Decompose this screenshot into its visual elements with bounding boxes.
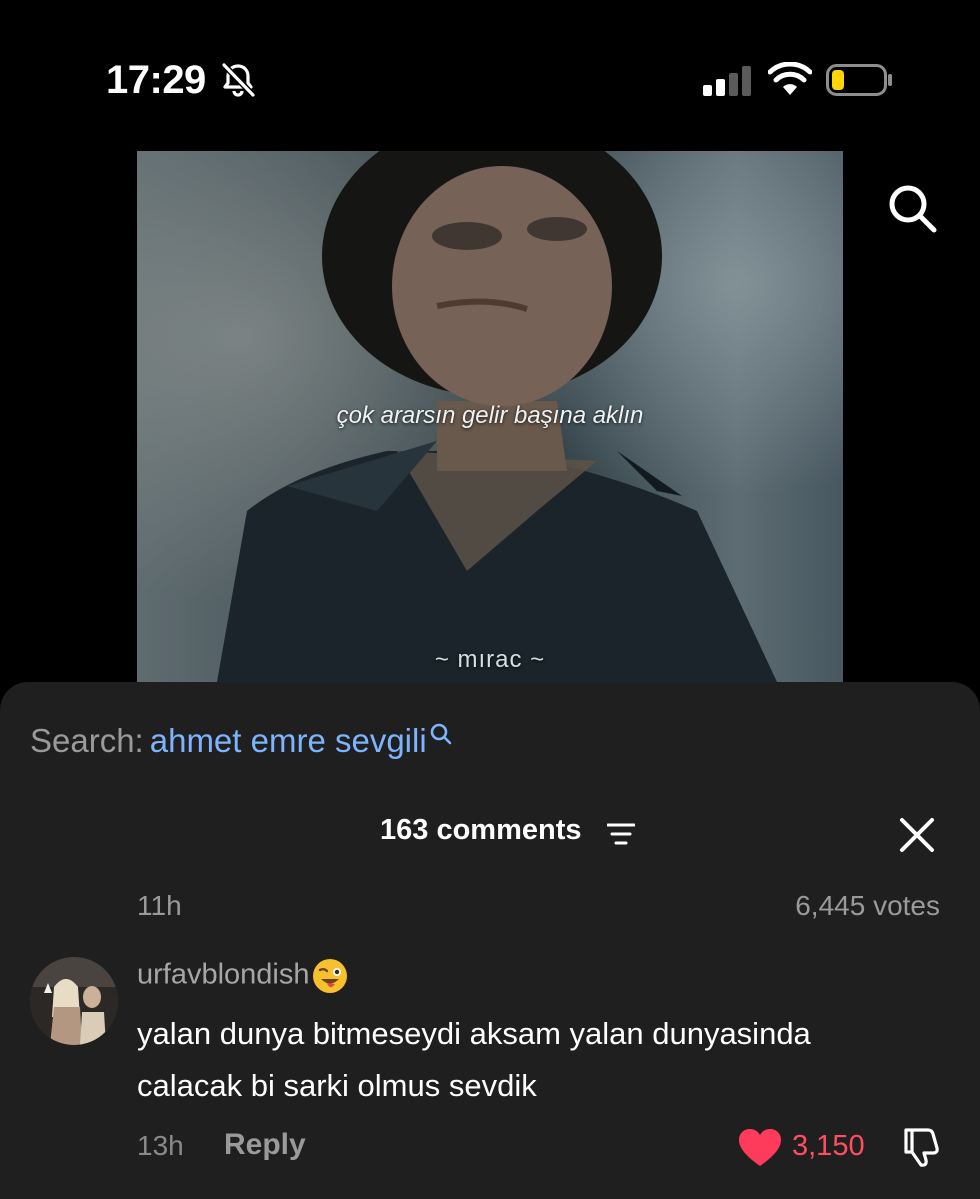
video-player[interactable]: çok ararsın gelir başına aklın ~ mırac ~: [137, 151, 843, 682]
comment-text: yalan dunya bitmeseydi aksam yalan dunya…: [137, 1016, 811, 1103]
comment-age: 13h: [137, 1130, 184, 1161]
winking-tongue-emoji-icon: [312, 959, 347, 993]
status-bar: 17:29: [0, 0, 980, 150]
video-credit: ~ mırac ~: [434, 646, 546, 673]
reply-button[interactable]: Reply: [224, 1128, 306, 1162]
comment-count: 163 comments: [380, 814, 582, 846]
comment-username[interactable]: urfavblondish: [137, 958, 348, 994]
video-caption: çok ararsın gelir başına aklın: [336, 402, 644, 429]
signal-icon: [703, 66, 751, 96]
close-icon[interactable]: [898, 816, 936, 854]
search-small-icon: [430, 723, 451, 745]
bell-slash-icon: [221, 62, 256, 98]
filter-icon[interactable]: [607, 822, 635, 846]
vote-count: 6,445 votes: [795, 890, 940, 921]
search-suggestion[interactable]: Search: ahmet emre sevgili: [30, 722, 453, 760]
thumbs-down-icon[interactable]: [900, 1126, 942, 1168]
comments-header: 163 comments: [0, 814, 980, 854]
avatar-image: [30, 957, 118, 1045]
comment-actions: 13h Reply 3,150: [0, 1128, 980, 1168]
status-time: 17:29: [106, 58, 206, 102]
like-count: 3,150: [792, 1130, 865, 1162]
search-icon[interactable]: [884, 180, 940, 236]
avatar[interactable]: [30, 957, 118, 1045]
heart-icon[interactable]: [738, 1128, 782, 1168]
search-prefix: Search:: [30, 722, 144, 759]
search-term-link[interactable]: ahmet emre sevgili: [150, 722, 427, 759]
username-text: urfavblondish: [137, 958, 310, 991]
pinned-age: 11h: [137, 890, 182, 921]
wifi-icon: [768, 62, 812, 95]
comments-sheet: Search: ahmet emre sevgili 163 comments 1…: [0, 682, 980, 1199]
battery-low-icon: [826, 64, 892, 96]
